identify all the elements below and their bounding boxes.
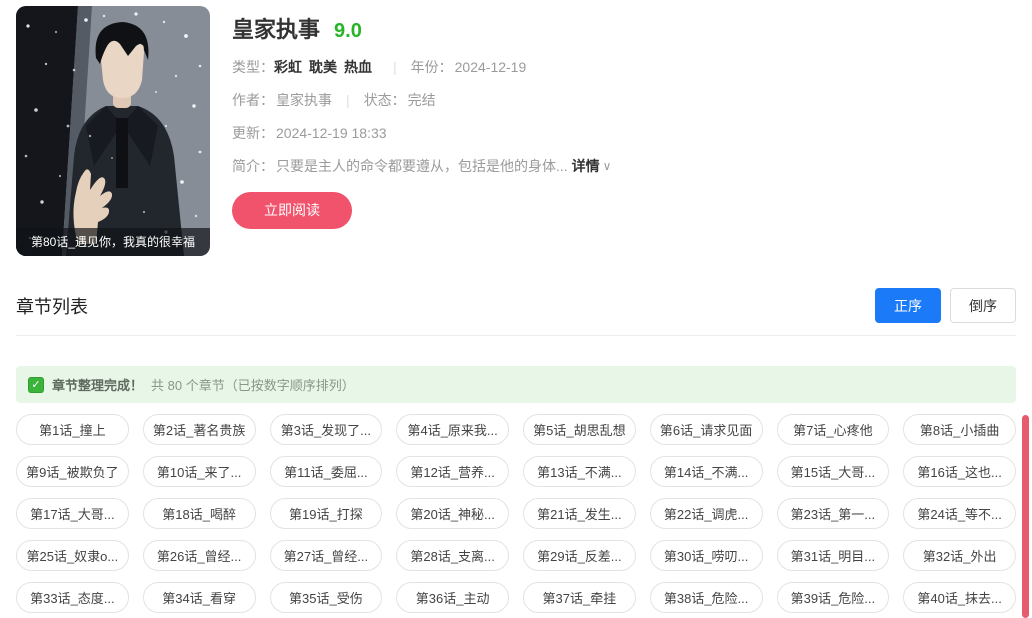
detail-expand-link[interactable]: 详情 bbox=[572, 156, 600, 176]
cover-art bbox=[16, 6, 210, 256]
chapter-button[interactable]: 第1话_撞上 bbox=[16, 414, 129, 445]
chapter-button[interactable]: 第22话_调虎... bbox=[650, 498, 763, 529]
chapter-button[interactable]: 第28话_支离... bbox=[396, 540, 509, 571]
meta-row-author-status: 作者： 皇家执事 | 状态： 完结 bbox=[232, 90, 611, 110]
chapter-section-header: 章节列表 正序 倒序 bbox=[16, 288, 1016, 323]
author-label: 作者： bbox=[232, 90, 274, 110]
sort-button-group: 正序 倒序 bbox=[875, 288, 1016, 323]
chapter-button[interactable]: 第39话_危险... bbox=[777, 582, 890, 613]
chapter-button[interactable]: 第32话_外出 bbox=[903, 540, 1016, 571]
update-label: 更新： bbox=[232, 123, 274, 143]
cover-caption: 第80话_遇见你，我真的很幸福 bbox=[16, 228, 210, 256]
chapter-button[interactable]: 第20话_神秘... bbox=[396, 498, 509, 529]
chapter-button[interactable]: 第8话_小插曲 bbox=[903, 414, 1016, 445]
chapter-button[interactable]: 第15话_大哥... bbox=[777, 456, 890, 487]
detail-header: 第80话_遇见你，我真的很幸福 皇家执事 9.0 类型： 彩虹 耽美 热血 | … bbox=[16, 6, 1016, 256]
chapter-button[interactable]: 第34话_看穿 bbox=[143, 582, 256, 613]
chapter-button[interactable]: 第4话_原来我... bbox=[396, 414, 509, 445]
comic-cover[interactable]: 第80话_遇见你，我真的很幸福 bbox=[16, 6, 210, 256]
chapter-button[interactable]: 第24话_等不... bbox=[903, 498, 1016, 529]
meta-row-update: 更新： 2024-12-19 18:33 bbox=[232, 123, 611, 143]
chapter-button[interactable]: 第2话_著名贵族 bbox=[143, 414, 256, 445]
tag-link[interactable]: 热血 bbox=[344, 57, 372, 77]
chapter-button[interactable]: 第37话_牵挂 bbox=[523, 582, 636, 613]
check-icon: ✓ bbox=[28, 377, 44, 393]
meta-separator: | bbox=[393, 59, 397, 75]
chapter-button[interactable]: 第36话_主动 bbox=[396, 582, 509, 613]
chapter-button[interactable]: 第33话_态度... bbox=[16, 582, 129, 613]
author-value: 皇家执事 bbox=[276, 90, 332, 110]
meta-separator: | bbox=[346, 92, 350, 108]
comic-detail-page: 第80话_遇见你，我真的很幸福 皇家执事 9.0 类型： 彩虹 耽美 热血 | … bbox=[0, 0, 1032, 618]
year-label: 年份： bbox=[411, 57, 453, 77]
chapter-list-title: 章节列表 bbox=[16, 293, 88, 319]
meta-row-intro: 简介： 只要是主人的命令都要遵从，包括是他的身体... 详情 ∨ bbox=[232, 156, 611, 176]
notice-bold-text: 章节整理完成！ bbox=[52, 375, 143, 394]
chapter-button[interactable]: 第6话_请求见面 bbox=[650, 414, 763, 445]
chapter-button[interactable]: 第35话_受伤 bbox=[270, 582, 383, 613]
chapter-grid: 第1话_撞上 第2话_著名贵族 第3话_发现了... 第4话_原来我... 第5… bbox=[16, 414, 1016, 613]
intro-label: 简介： bbox=[232, 156, 274, 176]
chapter-button[interactable]: 第14话_不满... bbox=[650, 456, 763, 487]
tag-link[interactable]: 彩虹 bbox=[274, 57, 302, 77]
chapter-button[interactable]: 第16话_这也... bbox=[903, 456, 1016, 487]
chapter-button[interactable]: 第7话_心疼他 bbox=[777, 414, 890, 445]
section-divider bbox=[16, 335, 1016, 336]
chapter-button[interactable]: 第26话_曾经... bbox=[143, 540, 256, 571]
year-value: 2024-12-19 bbox=[455, 59, 527, 75]
chapter-button[interactable]: 第10话_来了... bbox=[143, 456, 256, 487]
chapter-button[interactable]: 第31话_明目... bbox=[777, 540, 890, 571]
chapter-button[interactable]: 第13话_不满... bbox=[523, 456, 636, 487]
chapter-button[interactable]: 第21话_发生... bbox=[523, 498, 636, 529]
chapter-button[interactable]: 第38话_危险... bbox=[650, 582, 763, 613]
chapters-ready-notice: ✓ 章节整理完成！ 共 80 个章节（已按数字顺序排列） bbox=[16, 366, 1016, 403]
chapter-button[interactable]: 第18话_喝醉 bbox=[143, 498, 256, 529]
chapter-button[interactable]: 第29话_反差... bbox=[523, 540, 636, 571]
read-now-button[interactable]: 立即阅读 bbox=[232, 192, 352, 229]
sort-desc-button[interactable]: 倒序 bbox=[950, 288, 1016, 323]
chapter-button[interactable]: 第3话_发现了... bbox=[270, 414, 383, 445]
meta-row-type-year: 类型： 彩虹 耽美 热血 | 年份： 2024-12-19 bbox=[232, 57, 611, 77]
status-value: 完结 bbox=[408, 90, 436, 110]
chapter-button[interactable]: 第30话_唠叨... bbox=[650, 540, 763, 571]
tag-link[interactable]: 耽美 bbox=[309, 57, 337, 77]
chapter-button[interactable]: 第9话_被欺负了 bbox=[16, 456, 129, 487]
chapter-button[interactable]: 第23话_第一... bbox=[777, 498, 890, 529]
chapter-button[interactable]: 第40话_抹去... bbox=[903, 582, 1016, 613]
intro-text: 只要是主人的命令都要遵从，包括是他的身体... bbox=[276, 156, 568, 176]
scrollbar-thumb[interactable] bbox=[1022, 415, 1029, 618]
chevron-down-icon[interactable]: ∨ bbox=[603, 159, 612, 173]
page-title: 皇家执事 bbox=[232, 12, 320, 44]
status-label: 状态： bbox=[364, 90, 406, 110]
chapter-button[interactable]: 第19话_打探 bbox=[270, 498, 383, 529]
notice-count-text: 共 80 个章节（已按数字顺序排列） bbox=[151, 375, 355, 394]
sort-asc-button[interactable]: 正序 bbox=[875, 288, 941, 323]
chapter-button[interactable]: 第27话_曾经... bbox=[270, 540, 383, 571]
chapter-button[interactable]: 第11话_委屈... bbox=[270, 456, 383, 487]
chapter-button[interactable]: 第5话_胡思乱想 bbox=[523, 414, 636, 445]
chapter-button[interactable]: 第25话_奴隶o... bbox=[16, 540, 129, 571]
chapter-button[interactable]: 第12话_营养... bbox=[396, 456, 509, 487]
comic-info: 皇家执事 9.0 类型： 彩虹 耽美 热血 | 年份： 2024-12-19 作… bbox=[232, 6, 611, 256]
chapter-button[interactable]: 第17话_大哥... bbox=[16, 498, 129, 529]
type-label: 类型： bbox=[232, 57, 274, 77]
update-value: 2024-12-19 18:33 bbox=[276, 125, 387, 141]
rating-score: 9.0 bbox=[334, 20, 362, 43]
